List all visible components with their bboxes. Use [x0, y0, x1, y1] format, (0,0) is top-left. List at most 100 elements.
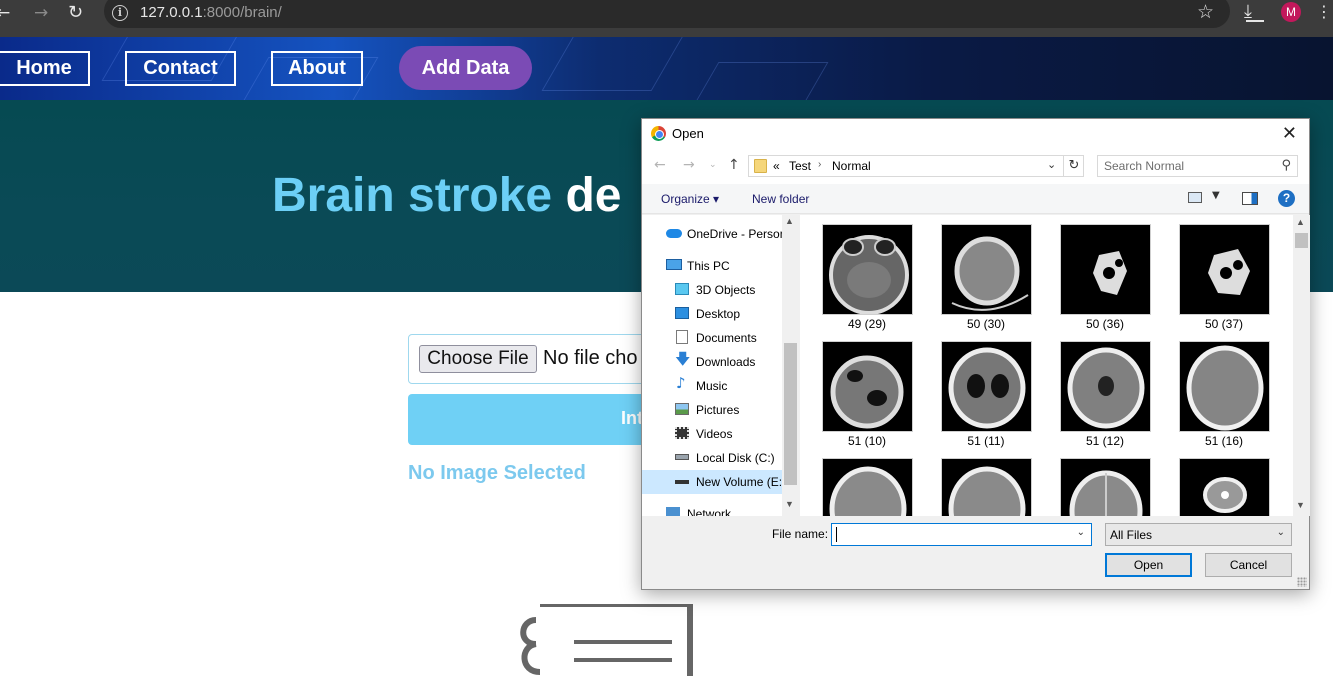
- breadcrumb-normal[interactable]: Normal: [832, 159, 871, 173]
- document-illustration-icon: [520, 604, 693, 676]
- file-type-select[interactable]: All Files ⌄: [1105, 523, 1292, 546]
- page-title-part-white: de: [565, 169, 622, 222]
- site-navbar: Home Contact About Add Data: [0, 37, 1333, 100]
- tree-item-videos[interactable]: Videos: [642, 422, 782, 446]
- close-icon[interactable]: ✕: [1282, 123, 1297, 144]
- file-list-scrollbar[interactable]: ▲ ▼: [1293, 215, 1310, 516]
- scroll-up-icon[interactable]: ▲: [785, 216, 794, 226]
- cloud-icon: [666, 229, 682, 238]
- tree-item-desktop[interactable]: Desktop: [642, 302, 782, 326]
- search-input[interactable]: [1098, 156, 1274, 176]
- bookmark-star-icon[interactable]: ☆: [1197, 1, 1214, 23]
- ct-scan-thumbnail: [1179, 224, 1270, 315]
- picture-icon: [675, 403, 689, 415]
- tree-item-onedrive[interactable]: OneDrive - Person: [642, 222, 786, 246]
- browser-toolbar: ← → ↻ i 127.0.0.1:8000/brain/ ☆ ⤓ M ⋮: [0, 0, 1333, 37]
- chevron-down-icon[interactable]: ⌄: [1047, 158, 1056, 171]
- site-info-icon[interactable]: i: [112, 5, 128, 21]
- preview-pane-icon[interactable]: [1242, 192, 1258, 205]
- scroll-down-icon[interactable]: ▼: [785, 499, 794, 509]
- dialog-title: Open: [672, 126, 704, 141]
- tree-item-label: This PC: [687, 259, 730, 273]
- url-host: 127.0.0.1: [140, 4, 203, 21]
- profile-avatar[interactable]: M: [1281, 2, 1301, 22]
- refresh-icon[interactable]: ↻: [1063, 156, 1084, 176]
- scrollbar-thumb[interactable]: [784, 343, 797, 485]
- nav-contact-button[interactable]: Contact: [125, 51, 236, 86]
- nav-about-button[interactable]: About: [271, 51, 363, 86]
- search-box[interactable]: ⚲: [1097, 155, 1298, 177]
- forward-arrow-icon[interactable]: →: [683, 157, 695, 173]
- ct-scan-thumbnail: [1179, 341, 1270, 432]
- nav-home-button[interactable]: Home: [0, 51, 90, 86]
- dialog-toolbar: Organize ▾ New folder ▼ ?: [642, 184, 1309, 214]
- tree-item-label: Documents: [696, 331, 757, 345]
- browser-menu-icon[interactable]: ⋮: [1316, 2, 1332, 22]
- drive-icon: [675, 480, 689, 484]
- choose-file-button[interactable]: Choose File: [419, 345, 537, 373]
- download-icon[interactable]: ⤓: [1244, 0, 1266, 26]
- resize-grip-icon[interactable]: [1297, 577, 1307, 587]
- file-status-text: No file cho: [543, 347, 638, 369]
- tree-item-downloads[interactable]: 🡇 Downloads: [642, 350, 782, 374]
- file-name: 51 (16): [1204, 434, 1244, 448]
- nav-add-data-button[interactable]: Add Data: [399, 46, 532, 90]
- view-dropdown-icon[interactable]: ▼: [1212, 190, 1220, 201]
- tree-item-label: OneDrive - Person: [687, 227, 787, 241]
- file-name-combobox[interactable]: ⌄: [831, 523, 1092, 546]
- url-path: :8000/brain/: [202, 4, 282, 21]
- help-icon[interactable]: ?: [1278, 190, 1295, 207]
- tree-item-local-disk[interactable]: Local Disk (C:): [642, 446, 782, 470]
- file-name-input[interactable]: [832, 524, 1072, 545]
- dialog-titlebar: Open ✕: [642, 119, 1309, 148]
- forward-arrow-icon[interactable]: →: [34, 0, 48, 26]
- file-input[interactable]: Choose File No file cho: [408, 334, 668, 384]
- new-folder-button[interactable]: New folder: [752, 192, 809, 206]
- cancel-button[interactable]: Cancel: [1205, 553, 1292, 577]
- tree-item-documents[interactable]: Documents: [642, 326, 782, 350]
- download-icon: 🡇: [675, 350, 691, 368]
- path-breadcrumb[interactable]: « Test › Normal ⌄ ↻: [748, 155, 1084, 177]
- tree-item-3d-objects[interactable]: 3D Objects: [642, 278, 782, 302]
- view-mode-icon[interactable]: [1188, 192, 1202, 203]
- tree-item-label: Desktop: [696, 307, 741, 321]
- scroll-up-icon[interactable]: ▲: [1296, 217, 1305, 227]
- tree-item-label: Music: [696, 379, 728, 393]
- file-type-value: All Files: [1110, 528, 1153, 542]
- address-bar[interactable]: i 127.0.0.1:8000/brain/ ☆: [104, 0, 1230, 28]
- tree-item-this-pc[interactable]: This PC: [642, 254, 782, 278]
- file-name: 51 (11): [967, 434, 1005, 448]
- chevron-down-icon[interactable]: ⌄: [1077, 527, 1085, 538]
- up-arrow-icon[interactable]: ↑: [728, 157, 740, 173]
- organize-button[interactable]: Organize ▾: [661, 192, 719, 206]
- computer-icon: [666, 259, 682, 270]
- cube-icon: [675, 283, 689, 295]
- navigation-pane: OneDrive - Person This PC 3D Objects Des…: [642, 215, 799, 516]
- chevron-down-icon[interactable]: ⌄: [1277, 527, 1285, 538]
- scroll-down-icon[interactable]: ▼: [1296, 500, 1305, 510]
- no-image-text: No Image Selected: [408, 462, 586, 484]
- breadcrumb-overflow[interactable]: «: [773, 159, 780, 173]
- scrollbar-thumb[interactable]: [1295, 233, 1308, 248]
- tree-scrollbar[interactable]: ▲ ▼: [782, 215, 799, 516]
- reload-icon[interactable]: ↻: [68, 0, 83, 26]
- breadcrumb-test[interactable]: Test: [789, 159, 811, 173]
- submit-button[interactable]: Int: [408, 394, 668, 445]
- tree-item-new-volume[interactable]: New Volume (E:): [642, 470, 786, 494]
- ct-scan-thumbnail: [822, 458, 913, 516]
- dialog-address-row: ← → ⌄ ↑ « Test › Normal ⌄ ↻ ⚲: [642, 148, 1309, 184]
- tree-item-label: Pictures: [696, 403, 740, 417]
- tree-item-pictures[interactable]: Pictures: [642, 398, 782, 422]
- recent-locations-icon[interactable]: ⌄: [709, 160, 717, 170]
- hex-decoration: [681, 62, 829, 100]
- ct-scan-thumbnail: [1060, 458, 1151, 516]
- tree-item-music[interactable]: ♪ Music: [642, 374, 782, 398]
- ct-scan-thumbnail: [941, 341, 1032, 432]
- back-arrow-icon[interactable]: ←: [654, 157, 666, 173]
- tree-item-network[interactable]: Network: [642, 502, 782, 516]
- open-button[interactable]: Open: [1105, 553, 1192, 577]
- ct-scan-thumbnail: [822, 224, 913, 315]
- back-arrow-icon[interactable]: ←: [0, 0, 10, 26]
- drive-icon: [675, 454, 689, 460]
- folder-icon: [754, 159, 767, 173]
